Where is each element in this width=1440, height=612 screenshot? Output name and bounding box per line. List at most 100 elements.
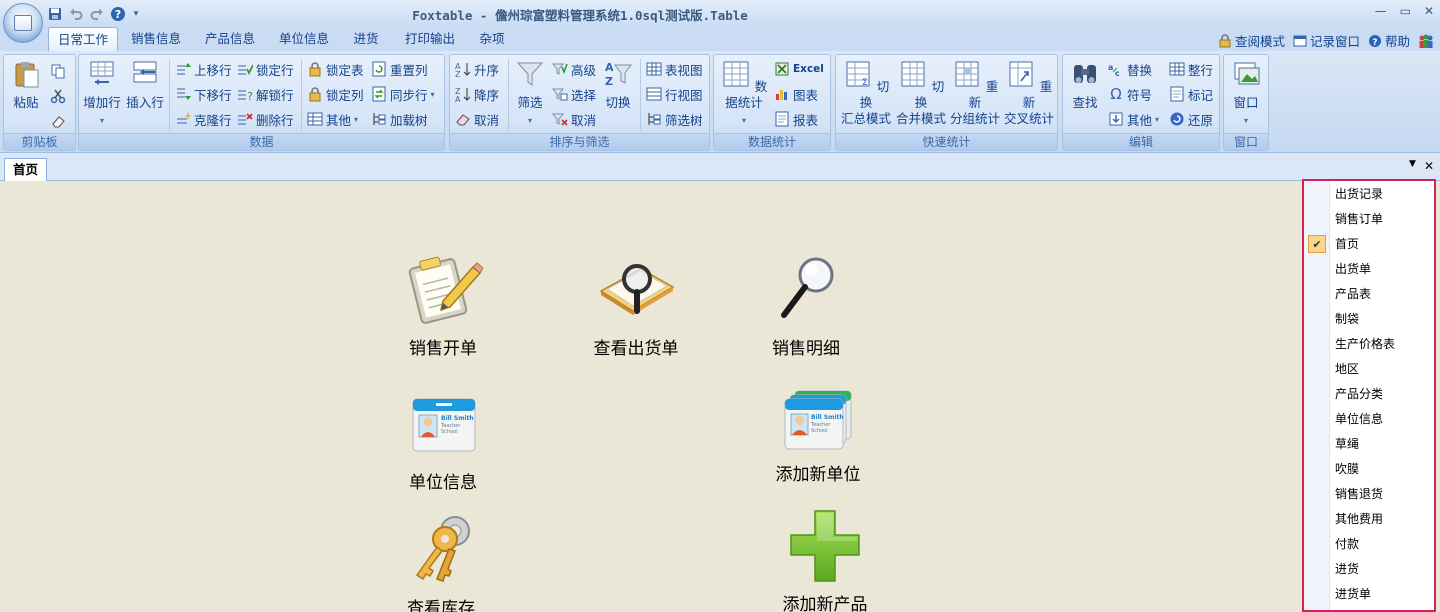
svg-text:a: a <box>1108 63 1113 72</box>
menu-item[interactable]: 销售退货 <box>1304 482 1434 507</box>
tile-view-inventory[interactable]: 查看库存 <box>396 509 486 612</box>
sort-cancel-button[interactable]: 取消 <box>455 109 499 129</box>
lock-row-icon <box>238 64 253 76</box>
users-icon[interactable] <box>1418 33 1434 49</box>
tile-sales-detail[interactable]: 销售明细 <box>762 249 850 359</box>
chart-button[interactable]: 图表 <box>774 84 818 104</box>
menu-item[interactable]: 进货单 <box>1304 582 1434 607</box>
toggle-summary-mode-button[interactable]: Σ 切换 汇总模式 <box>838 59 894 127</box>
sync-row-button[interactable]: 同步行 ▾ <box>371 84 435 104</box>
doc-tab-home[interactable]: 首页 <box>4 158 47 181</box>
unlock-row-button[interactable]: ? 解锁行 <box>237 84 294 104</box>
filter-tree-button[interactable]: 筛选树 <box>646 109 703 129</box>
menu-item[interactable]: 销售订单 <box>1304 207 1434 232</box>
menu-item[interactable]: 进货 <box>1304 557 1434 582</box>
sort-descending-button[interactable]: Z A 降序 <box>455 84 499 104</box>
maximize-icon[interactable]: ▭ <box>1400 4 1411 18</box>
close-tab-icon[interactable]: ✕ <box>1424 159 1434 173</box>
clear-button[interactable] <box>50 111 66 131</box>
load-tree-button[interactable]: 加载树 <box>371 109 428 129</box>
whole-row-button[interactable]: 整行 <box>1169 59 1213 79</box>
paste-button[interactable]: 粘贴 <box>8 59 44 111</box>
close-icon[interactable]: ✕ <box>1424 4 1434 18</box>
record-window-link[interactable]: 记录窗口 <box>1293 31 1360 50</box>
copy-button[interactable] <box>50 61 66 81</box>
sort-ascending-button[interactable]: A Z 升序 <box>455 59 499 79</box>
menu-item[interactable]: 草绳 <box>1304 432 1434 457</box>
table-view-icon <box>646 62 662 76</box>
minimize-icon[interactable]: — <box>1375 4 1387 18</box>
menu-item[interactable]: 单位信息 <box>1304 407 1434 432</box>
add-row-button[interactable]: 增加行 ▾ <box>82 59 122 129</box>
menu-item[interactable]: 出货单 <box>1304 257 1434 282</box>
tile-unit-info[interactable]: Bill Smith Teacher School 单位信息 <box>398 391 488 493</box>
symbol-button[interactable]: Ω 符号 <box>1108 84 1152 104</box>
tab-sales-info[interactable]: 销售信息 <box>124 27 188 51</box>
toggle-filter-button[interactable]: AZ 切换 <box>600 59 636 111</box>
svg-text:Σ: Σ <box>862 78 868 88</box>
menu-item[interactable]: 吹膜 <box>1304 457 1434 482</box>
select-filter-button[interactable]: 选择 <box>552 84 596 104</box>
menu-item[interactable]: ✔ 首页 <box>1304 232 1434 257</box>
application-menu-button[interactable] <box>3 3 43 43</box>
filter-button[interactable]: 筛选 ▾ <box>512 59 548 129</box>
tab-purchase[interactable]: 进货 <box>346 27 386 51</box>
tab-unit-info[interactable]: 单位信息 <box>272 27 336 51</box>
menu-item[interactable]: 付款 <box>1304 532 1434 557</box>
table-view-button[interactable]: 表视图 <box>646 59 703 79</box>
tab-daily-work[interactable]: 日常工作 <box>48 27 118 52</box>
help-link[interactable]: ? 帮助 <box>1368 31 1410 50</box>
tab-misc[interactable]: 杂项 <box>472 27 512 51</box>
clone-row-button[interactable]: 克隆行 <box>175 109 232 129</box>
window-button[interactable]: 窗口 ▾ <box>1226 59 1266 129</box>
group-label: 剪贴板 <box>4 133 75 150</box>
menu-item-label: 制袋 <box>1335 312 1360 326</box>
menu-item[interactable]: 出货记录 <box>1304 182 1434 207</box>
menu-item-label: 销售退货 <box>1335 487 1384 501</box>
delete-row-button[interactable]: 删除行 <box>237 109 294 129</box>
menu-item[interactable]: 地区 <box>1304 357 1434 382</box>
data-other-button[interactable]: 其他 ▾ <box>307 109 358 129</box>
tile-sales-order[interactable]: 销售开单 <box>398 249 488 359</box>
menu-item[interactable]: 产品表 <box>1304 282 1434 307</box>
menu-item[interactable]: 生产价格表 <box>1304 332 1434 357</box>
lock-table-button[interactable]: 锁定表 <box>307 59 364 79</box>
move-row-up-button[interactable]: 上移行 <box>175 59 232 79</box>
excel-button[interactable]: Excel <box>774 59 824 79</box>
tile-add-new-product[interactable]: 添加新产品 <box>770 507 880 612</box>
advanced-filter-button[interactable]: 高级 <box>552 59 596 79</box>
select-filter-icon <box>552 88 568 101</box>
tile-add-new-unit[interactable]: Bill Smith Teacher School 添加新单位 <box>766 389 870 485</box>
excel-icon <box>775 62 789 76</box>
reset-column-button[interactable]: 重置列 <box>371 59 428 79</box>
data-stats-button[interactable]: 数据统计 ▾ <box>717 59 771 129</box>
menu-item-label: 首页 <box>1335 237 1360 251</box>
cancel-filter-button[interactable]: 取消 <box>552 109 596 129</box>
menu-item[interactable]: 制袋 <box>1304 307 1434 332</box>
report-button[interactable]: 报表 <box>774 109 818 129</box>
find-button[interactable]: 查找 <box>1065 59 1105 111</box>
tab-list-dropdown-icon[interactable]: ▼ <box>1409 159 1416 173</box>
mark-icon <box>1170 86 1184 102</box>
toggle-merge-mode-button[interactable]: 切换 合并模式 <box>894 59 948 127</box>
mark-button[interactable]: 标记 <box>1169 84 1213 104</box>
replace-button[interactable]: a c 替换 <box>1108 59 1152 79</box>
lock-column-button[interactable]: 锁定列 <box>307 84 364 104</box>
edit-other-button[interactable]: 其他 ▾ <box>1108 109 1159 129</box>
lock-row-button[interactable]: 锁定行 <box>237 59 294 79</box>
recross-stats-button[interactable]: 重新 交叉统计 <box>1002 59 1056 127</box>
row-view-button[interactable]: 行视图 <box>646 84 703 104</box>
tab-print-output[interactable]: 打印输出 <box>398 27 462 51</box>
restore-button[interactable]: 还原 <box>1169 109 1213 129</box>
view-mode-link[interactable]: 查阅模式 <box>1218 31 1285 50</box>
move-down-icon <box>177 88 191 100</box>
tile-view-shipping-order[interactable]: 查看出货单 <box>586 249 686 359</box>
regroup-stats-button[interactable]: 重新 分组统计 <box>948 59 1002 127</box>
tab-product-info[interactable]: 产品信息 <box>198 27 262 51</box>
insert-row-button[interactable]: 插入行 <box>124 59 166 111</box>
move-row-down-button[interactable]: 下移行 <box>175 84 232 104</box>
menu-item[interactable]: 产品分类 <box>1304 382 1434 407</box>
cut-button[interactable] <box>50 86 66 106</box>
menu-item-label: 其他费用 <box>1335 512 1384 526</box>
menu-item[interactable]: 其他费用 <box>1304 507 1434 532</box>
